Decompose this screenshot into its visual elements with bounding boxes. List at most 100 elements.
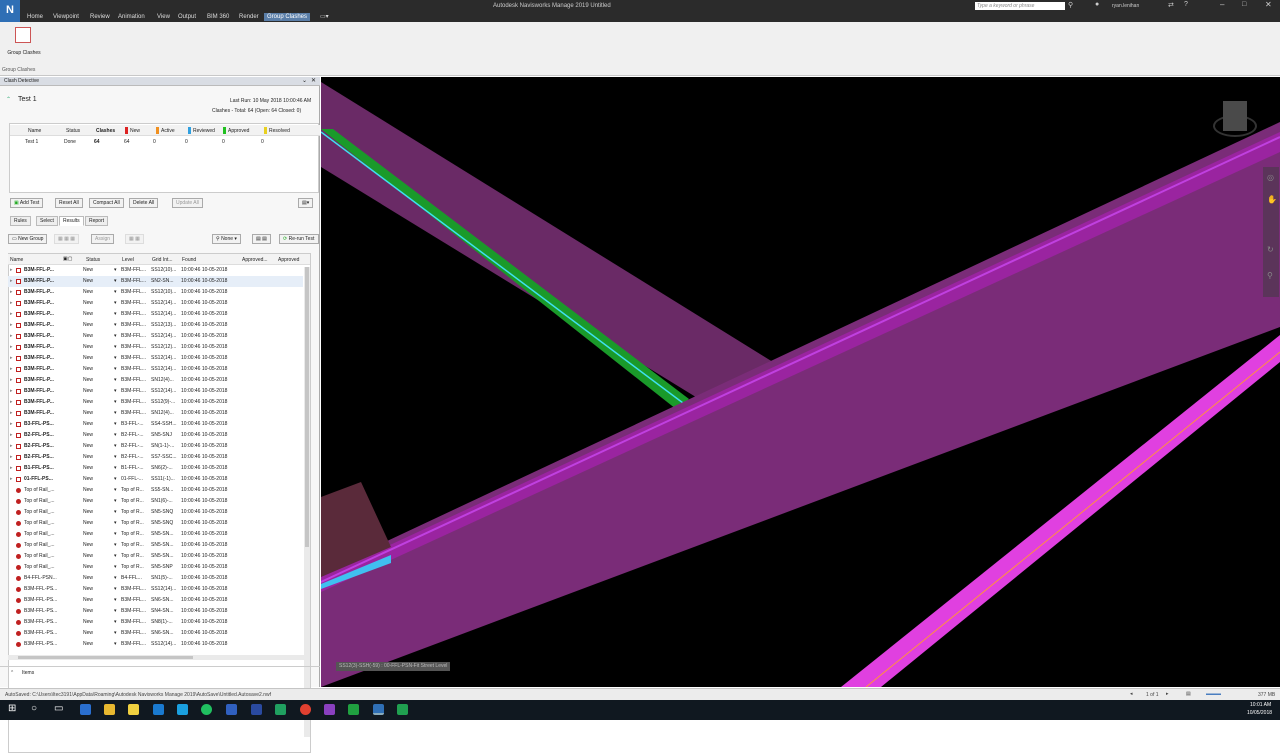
viewcube-cube[interactable] [1223,101,1247,131]
tab-home[interactable]: Home [24,13,46,21]
status-dropdown-icon[interactable]: ▾ [114,595,117,606]
help-search-input[interactable]: Type a keyword or phrase [975,2,1065,10]
status-dropdown-icon[interactable]: ▾ [114,529,117,540]
col-result-found[interactable]: Found [182,257,196,263]
clash-status[interactable]: New [83,529,103,540]
expand-arrow-icon[interactable]: ▸ [10,287,13,298]
clash-result-row[interactable]: ▸ B3M-FFL-P... New B3M-FFL... SN12(4)... 10:0… [8,375,303,386]
clash-status[interactable]: New [83,518,103,529]
orbit-icon[interactable]: ↻ [1267,245,1274,254]
clash-result-row[interactable]: Top of Rail_... New Top of R... SS5-SN... 10… [8,485,303,496]
sort-icons[interactable]: ▤ ▤ [252,234,271,244]
status-dropdown-icon[interactable]: ▾ [114,287,117,298]
clash-status[interactable]: New [83,628,103,639]
rerun-test-button[interactable]: ⟳ Re-run Test [279,234,319,244]
clash-status[interactable]: New [83,507,103,518]
expand-arrow-icon[interactable]: ▸ [10,441,13,452]
status-dropdown-icon[interactable]: ▾ [114,639,117,650]
clash-status[interactable]: New [83,331,103,342]
clash-result-row[interactable]: ▸ B3M-FFL-P... New B3M-FFL... SS12(13)... 10:… [8,320,303,331]
col-result-approved-by[interactable]: Approved... [242,257,268,263]
clash-result-row[interactable]: ▸ B3M-FFL-P... New B3M-FFL... SS12(14)... 10:… [8,309,303,320]
col-result-name[interactable]: Name [10,257,23,263]
outlook-icon[interactable] [226,704,237,715]
col-approved[interactable]: Approved [228,128,249,134]
clash-status[interactable]: New [83,485,103,496]
tab-viewpoint[interactable]: Viewpoint [50,13,82,21]
items-section[interactable]: ⌃ Items [0,666,320,678]
expand-arrow-icon[interactable]: ▸ [10,265,13,276]
edge-icon[interactable] [80,704,91,715]
clash-result-row[interactable]: B3M-FFL-PS... New B3M-FFL... SS12(14)... 10:… [8,639,303,650]
expand-arrow-icon[interactable]: ▸ [10,463,13,474]
expand-arrow-icon[interactable]: ▸ [10,320,13,331]
next-sheet-icon[interactable]: ▸ [1166,691,1169,697]
tab-group-clashes[interactable]: Group Clashes [264,13,311,21]
clash-result-row[interactable]: B3M-FFL-PS... New B3M-FFL... SS12(14)... 10:… [8,584,303,595]
test-row[interactable]: Test 1 Done 64 64 0 0 0 0 [10,137,320,146]
clash-status[interactable]: New [83,408,103,419]
col-resolved[interactable]: Resolved [269,128,290,134]
status-dropdown-icon[interactable]: ▾ [114,540,117,551]
clash-result-row[interactable]: ▸ B2-FFL-PS... New B2-FFL-... SN(1-1)-... 10:… [8,441,303,452]
clash-status[interactable]: New [83,562,103,573]
excel-icon[interactable] [348,704,359,715]
walk-icon[interactable]: ⚲ [1267,271,1273,280]
clash-status[interactable]: New [83,320,103,331]
collapse-icon[interactable]: ⌃ [6,96,11,103]
new-group-button[interactable]: ▭ New Group [8,234,48,244]
expand-arrow-icon[interactable]: ▸ [10,419,13,430]
expand-arrow-icon[interactable]: ▸ [10,276,13,287]
col-clashes[interactable]: Clashes [96,128,115,134]
status-dropdown-icon[interactable]: ▾ [114,584,117,595]
status-dropdown-icon[interactable]: ▾ [114,617,117,628]
clash-status[interactable]: New [83,474,103,485]
expand-arrow-icon[interactable]: ▸ [10,309,13,320]
clash-status[interactable]: New [83,342,103,353]
clash-status[interactable]: New [83,595,103,606]
clock-time[interactable]: 10:01 AM [1250,702,1271,708]
clash-status[interactable]: New [83,309,103,320]
col-status[interactable]: Status [66,128,80,134]
expand-arrow-icon[interactable]: ▸ [10,353,13,364]
clash-status[interactable]: New [83,364,103,375]
pan-icon[interactable]: ✋ [1267,195,1277,204]
help-icon[interactable]: ? [1184,1,1188,8]
clash-result-row[interactable]: ▸ B3M-FFL-P... New B3M-FFL... SS12(12)... 10:… [8,342,303,353]
col-result-status[interactable]: Status [86,257,100,263]
reset-all-button[interactable]: Reset All [55,198,83,208]
app-icon-green[interactable] [275,704,286,715]
steering-wheel-icon[interactable]: ◎ [1267,173,1274,182]
clash-result-row[interactable]: B3M-FFL-PS... New B3M-FFL... SN6-SN... 10:00… [8,595,303,606]
tab-animation[interactable]: Animation [115,13,148,21]
notes-icon[interactable] [128,704,139,715]
clash-result-row[interactable]: Top of Rail_... New Top of R... SN5-SN... 10… [8,529,303,540]
delete-all-button[interactable]: Delete All [129,198,159,208]
clash-status[interactable]: New [83,276,103,287]
visual-studio-icon[interactable] [324,704,335,715]
clash-status[interactable]: New [83,639,103,650]
clash-status[interactable]: New [83,573,103,584]
update-all-button[interactable]: Update All [172,198,203,208]
results-hscrollbar[interactable] [8,655,304,660]
skype-icon[interactable] [177,704,188,715]
expand-arrow-icon[interactable]: ▸ [10,298,13,309]
clash-status[interactable]: New [83,430,103,441]
clash-status[interactable]: New [83,584,103,595]
clash-result-row[interactable]: ▸ B3M-FFL-P... New B3M-FFL... SS12(14)... 10:… [8,364,303,375]
status-dropdown-icon[interactable]: ▾ [114,342,117,353]
viewcube[interactable] [1207,99,1263,145]
clash-status[interactable]: New [83,452,103,463]
import-export-icon[interactable]: ▤▾ [298,198,314,208]
items-expand-icon[interactable]: ⌃ [10,670,14,676]
status-dropdown-icon[interactable]: ▾ [114,276,117,287]
status-dropdown-icon[interactable]: ▾ [114,474,117,485]
clash-status[interactable]: New [83,265,103,276]
windows-start-icon[interactable]: ⊞ [8,703,16,714]
file-explorer-icon[interactable] [104,704,115,715]
status-dropdown-icon[interactable]: ▾ [114,496,117,507]
col-result-grid[interactable]: Grid Int... [152,257,173,263]
maximize-button[interactable]: □ [1242,1,1246,8]
clash-result-row[interactable]: Top of Rail_... New Top of R... SN5-SN... 10… [8,540,303,551]
panel-close-icon[interactable]: ✕ [311,77,316,84]
